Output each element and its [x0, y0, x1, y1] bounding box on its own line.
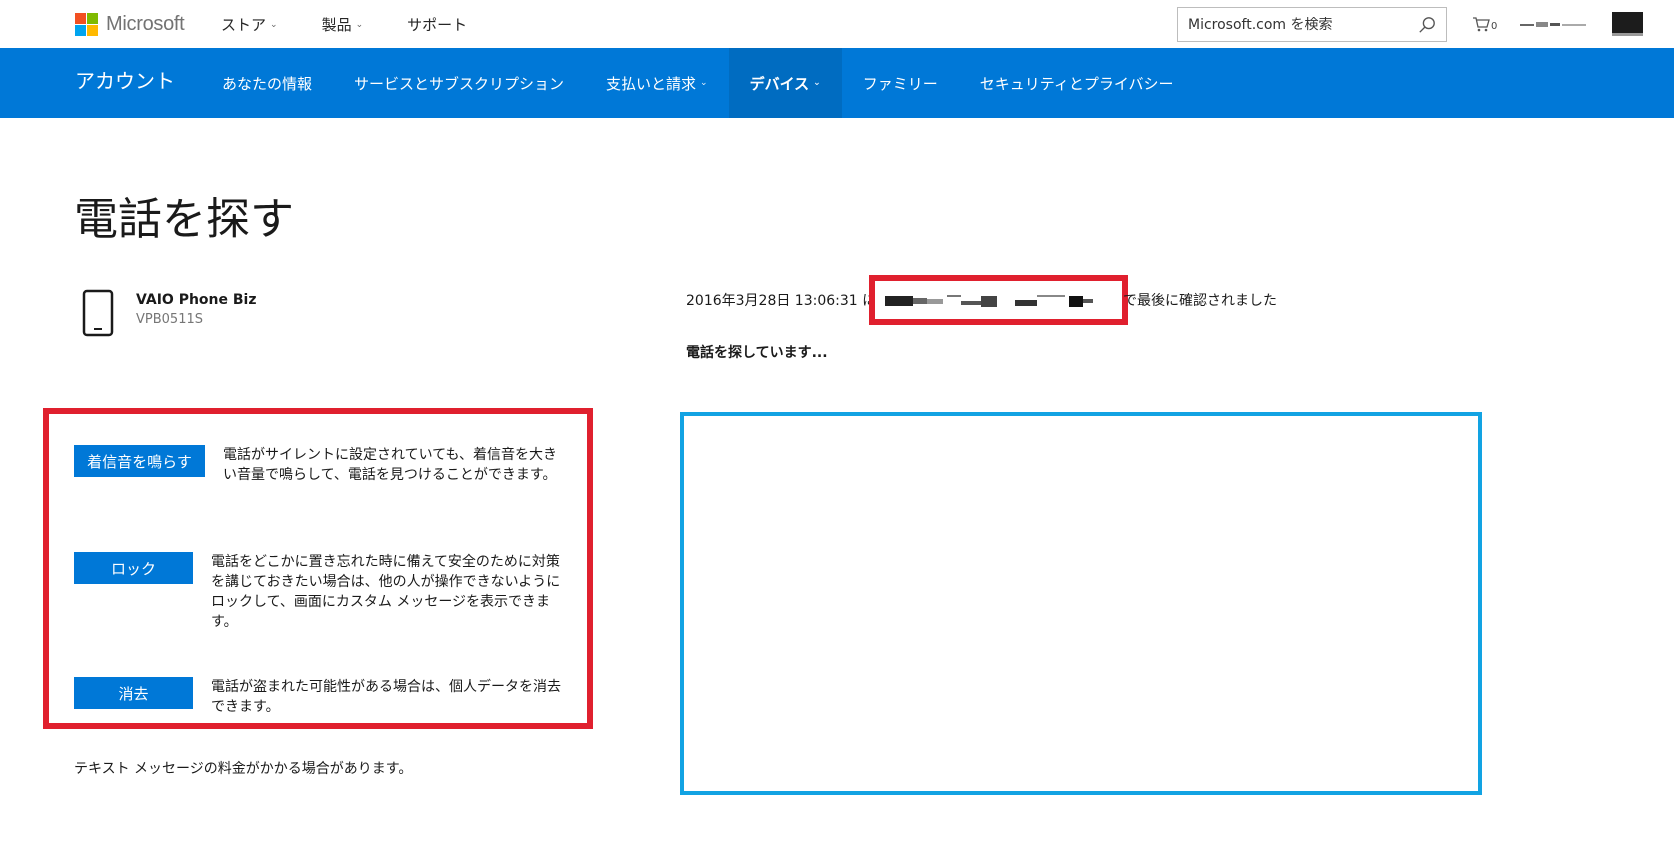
user-name-redacted[interactable] [1520, 21, 1586, 28]
brand-name: Microsoft [106, 13, 185, 35]
topnav-item-store[interactable]: ストア ⌄ [221, 14, 278, 35]
top-nav: ストア ⌄ 製品 ⌄ サポート [221, 14, 511, 35]
cart-count: 0 [1491, 21, 1498, 32]
page-title: 電話を探す [74, 194, 294, 245]
sms-charge-note: テキスト メッセージの料金がかかる場合があります。 [74, 761, 413, 777]
last-seen-prefix: 2016年3月28日 13:06:31 に [686, 293, 877, 309]
device-info: VAIO Phone Biz VPB0511S [82, 289, 257, 337]
account-nav: あなたの情報 サービスとサブスクリプション 支払いと請求 ⌄ デバイス ⌄ ファミリ… [201, 48, 1195, 118]
lock-button[interactable]: ロック [74, 552, 193, 584]
chevron-down-icon: ⌄ [270, 19, 278, 30]
topnav-item-support[interactable]: サポート [407, 14, 467, 35]
microsoft-logo-icon [75, 13, 98, 36]
search-icon[interactable] [1418, 16, 1436, 34]
actions-highlight: 着信音を鳴らす 電話がサイレントに設定されていても、着信音を大きい音量で鳴らして… [43, 408, 593, 729]
top-header: Microsoft ストア⌄ 製品⌄ サポート 0 [0, 0, 1674, 48]
tab-security-privacy[interactable]: セキュリティとプライバシー [959, 48, 1195, 118]
chevron-down-icon: ⌄ [813, 78, 821, 88]
account-nav-bar: アカウント あなたの情報 サービスとサブスクリプション 支払いと請求 ⌄ デバイス… [0, 48, 1674, 118]
ring-description: 電話がサイレントに設定されていても、着信音を大きい音量で鳴らして、電話を見つける… [223, 447, 558, 483]
redacted-location [885, 295, 1093, 307]
device-model: VPB0511S [136, 312, 203, 327]
chevron-down-icon: ⌄ [355, 19, 364, 30]
search-input[interactable] [1188, 16, 1418, 33]
device-name: VAIO Phone Biz [136, 292, 257, 308]
tab-your-info[interactable]: あなたの情報 [201, 48, 333, 118]
tab-family[interactable]: ファミリー [842, 48, 959, 118]
tab-payment-billing[interactable]: 支払いと請求 ⌄ [585, 48, 729, 118]
topnav-item-products[interactable]: 製品 ⌄ [322, 14, 364, 35]
lock-description: 電話をどこかに置き忘れた時に備えて安全のために対策を講じておきたい場合は、他の人… [211, 554, 561, 630]
microsoft-logo[interactable]: Microsoft [75, 13, 185, 36]
ring-button[interactable]: 着信音を鳴らす [74, 445, 205, 477]
account-title[interactable]: アカウント [75, 65, 175, 94]
cart-icon [1473, 17, 1490, 32]
erase-description: 電話が盗まれた可能性がある場合は、個人データを消去できます。 [211, 679, 561, 715]
last-seen-suffix: で最後に確認されました [1123, 293, 1277, 309]
cart-button[interactable]: 0 [1472, 16, 1497, 32]
searching-status: 電話を探しています... [686, 345, 828, 361]
tab-devices[interactable]: デバイス ⌄ [728, 48, 842, 118]
tab-services-subscriptions[interactable]: サービスとサブスクリプション [333, 48, 585, 118]
map-area[interactable] [680, 412, 1482, 795]
erase-button[interactable]: 消去 [74, 677, 193, 709]
avatar[interactable] [1612, 12, 1643, 36]
search-box [1177, 7, 1447, 42]
phone-icon [82, 289, 114, 337]
chevron-down-icon: ⌄ [700, 78, 708, 88]
location-redacted-highlight [869, 275, 1128, 325]
